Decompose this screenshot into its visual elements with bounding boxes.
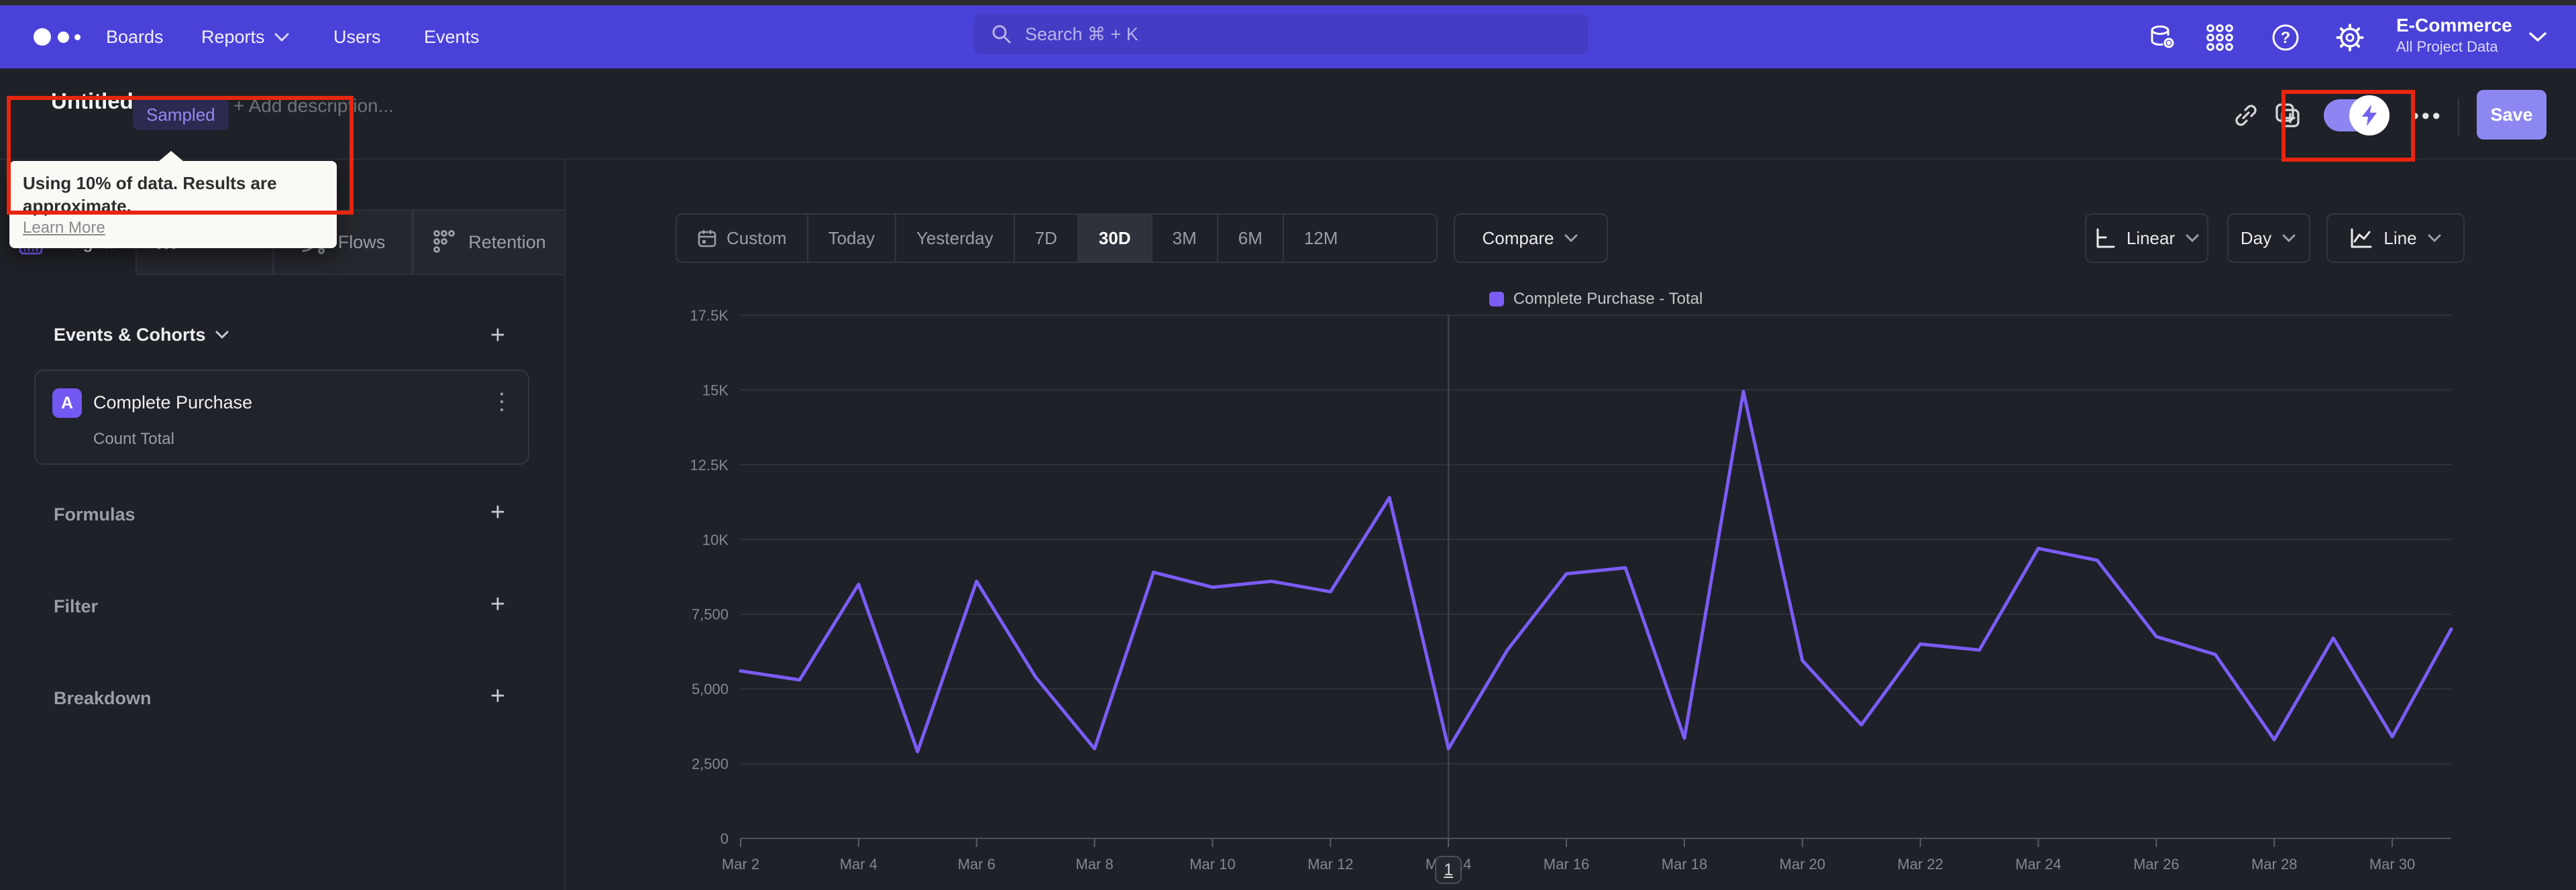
svg-text:Mar 2: Mar 2 <box>722 856 759 873</box>
chart-panel: Custom Today Yesterday 7D 30D 3M 6M 12M … <box>566 158 2576 890</box>
add-description-field[interactable]: + Add description... <box>233 95 394 117</box>
sampled-badge[interactable]: Sampled <box>133 99 229 130</box>
header-divider <box>2458 98 2459 135</box>
query-sidebar: Insights Funnels <box>0 158 566 890</box>
nav-item-label: Users <box>333 27 381 47</box>
nav-item-label: Boards <box>106 27 164 47</box>
add-formula-button[interactable]: + <box>484 498 511 526</box>
svg-text:15K: 15K <box>702 382 729 398</box>
add-breakdown-button[interactable]: + <box>484 682 511 710</box>
nav-item-label: Reports <box>201 27 265 47</box>
project-name: E-Commerce <box>2396 15 2512 36</box>
svg-text:0: 0 <box>720 830 729 847</box>
event-name[interactable]: Complete Purchase <box>93 392 252 413</box>
svg-text:12.5K: 12.5K <box>690 457 729 474</box>
tab-label: Retention <box>468 231 546 252</box>
nav-item-reports[interactable]: Reports <box>201 5 289 68</box>
svg-text:Mar 22: Mar 22 <box>1897 856 1943 873</box>
filter-section-label: Filter <box>54 596 99 616</box>
svg-text:Mar 20: Mar 20 <box>1780 856 1825 873</box>
search-placeholder: Search ⌘ + K <box>1025 23 1138 44</box>
project-scope: All Project Data <box>2396 38 2498 55</box>
apps-grid-icon[interactable] <box>2204 22 2235 53</box>
svg-text:Mar 10: Mar 10 <box>1189 856 1235 873</box>
breakdown-section-label: Breakdown <box>54 688 152 708</box>
tooltip-text: Using 10% of data. Results are approxima… <box>23 173 277 216</box>
search-input[interactable]: Search ⌘ + K <box>974 14 1589 54</box>
svg-text:Mar 4: Mar 4 <box>840 856 877 873</box>
nav-item-users[interactable]: Users <box>333 5 381 68</box>
tooltip-learn-more-link[interactable]: Learn More <box>23 217 323 239</box>
svg-text:5,000: 5,000 <box>692 681 729 698</box>
section-label: Events & Cohorts <box>54 325 206 345</box>
svg-text:Mar 8: Mar 8 <box>1075 856 1113 873</box>
annotation-marker[interactable]: 1 <box>1435 856 1462 884</box>
project-chevron-down-icon[interactable] <box>2529 32 2546 42</box>
app-window: Boards Reports Users Events Search ⌘ + K <box>0 0 2576 890</box>
svg-text:17.5K: 17.5K <box>690 307 729 324</box>
save-button[interactable]: Save <box>2477 90 2546 140</box>
search-icon <box>990 23 1013 46</box>
sampling-tooltip: Using 10% of data. Results are approxima… <box>9 151 337 248</box>
toggle-knob <box>2349 95 2390 135</box>
mixpanel-logo-icon[interactable] <box>34 5 94 68</box>
formulas-section-label: Formulas <box>54 504 136 524</box>
settings-gear-icon[interactable] <box>2334 22 2365 53</box>
auto-refresh-toggle[interactable] <box>2324 95 2390 135</box>
svg-text:7,500: 7,500 <box>692 606 729 623</box>
svg-text:10K: 10K <box>702 531 729 548</box>
event-letter-badge: A <box>52 388 82 418</box>
add-event-button[interactable]: + <box>484 321 511 349</box>
nav-item-label: Events <box>424 27 480 47</box>
lightning-bolt-icon <box>2362 105 2377 126</box>
report-header: Untitled Sampled + Add description... ••… <box>0 68 2576 248</box>
svg-text:2,500: 2,500 <box>692 756 729 773</box>
events-cohorts-header[interactable]: Events & Cohorts <box>54 325 230 345</box>
copy-link-icon[interactable] <box>2231 101 2261 130</box>
help-icon[interactable]: ? <box>2270 22 2301 53</box>
svg-text:Mar 16: Mar 16 <box>1544 856 1589 873</box>
svg-text:Mar 18: Mar 18 <box>1662 856 1707 873</box>
add-filter-button[interactable]: + <box>484 590 511 618</box>
nav-item-events[interactable]: Events <box>424 5 480 68</box>
event-kebab-menu[interactable]: ⋮ <box>490 388 513 415</box>
more-menu-button[interactable]: ••• <box>2411 103 2443 129</box>
tooltip-arrow <box>158 151 184 162</box>
event-card[interactable]: A Complete Purchase Count Total ⋮ <box>34 370 529 465</box>
nav-item-boards[interactable]: Boards <box>106 5 164 68</box>
chevron-down-icon <box>274 33 289 42</box>
svg-text:Mar 30: Mar 30 <box>2369 856 2415 873</box>
svg-text:Mar 26: Mar 26 <box>2133 856 2179 873</box>
window-top-strip <box>0 0 2576 5</box>
chevron-down-icon <box>215 331 230 339</box>
svg-text:Mar 12: Mar 12 <box>1307 856 1353 873</box>
report-title[interactable]: Untitled <box>51 89 133 114</box>
line-chart[interactable]: 0 2,500 5,000 7,500 10K 12.5K 15K 17.5K Mar 2 Mar… <box>566 158 2576 890</box>
tab-retention[interactable]: Retention <box>413 209 566 275</box>
retention-icon <box>432 229 458 256</box>
duplicate-icon[interactable] <box>2273 101 2302 130</box>
svg-text:Mar 24: Mar 24 <box>2015 856 2061 873</box>
event-metric[interactable]: Count Total <box>93 430 174 449</box>
top-nav: Boards Reports Users Events Search ⌘ + K <box>0 5 2576 68</box>
svg-text:?: ? <box>2281 29 2291 47</box>
svg-text:Mar 28: Mar 28 <box>2251 856 2297 873</box>
svg-text:Mar 6: Mar 6 <box>958 856 996 873</box>
data-management-icon[interactable] <box>2147 22 2178 53</box>
tab-label: Flows <box>337 231 386 252</box>
project-selector[interactable]: E-Commerce All Project Data <box>2396 13 2530 56</box>
